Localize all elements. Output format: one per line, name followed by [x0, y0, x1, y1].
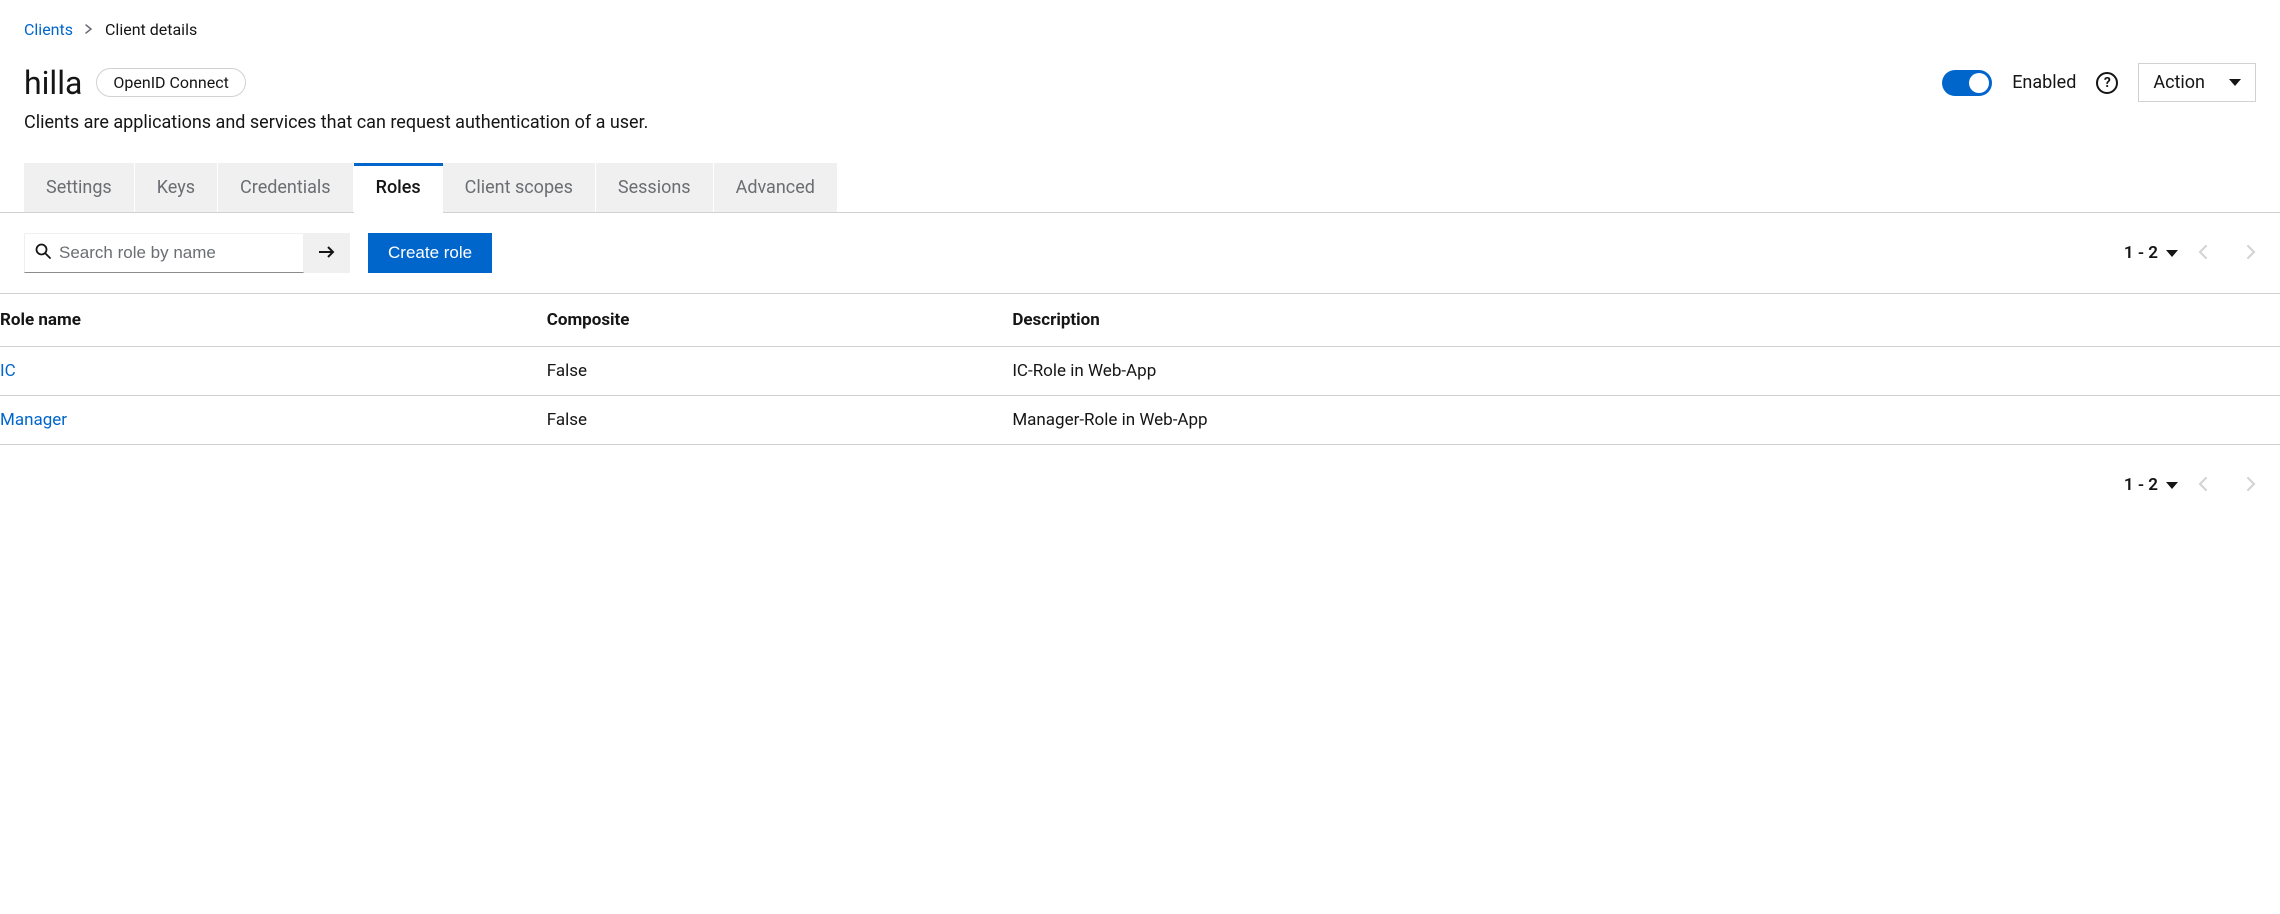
page-range-dropdown[interactable]: 1 - 2	[2124, 243, 2178, 263]
page-description: Clients are applications and services th…	[24, 112, 2256, 133]
tabs: Settings Keys Credentials Roles Client s…	[0, 163, 2280, 213]
roles-toolbar: Create role 1 - 2	[24, 213, 2256, 293]
client-name: hilla	[24, 64, 82, 102]
help-icon[interactable]: ?	[2096, 72, 2118, 94]
search-input[interactable]	[59, 243, 293, 263]
roles-table: Role name Composite Description IC False…	[0, 293, 2280, 445]
role-description: IC-Role in Web-App	[1000, 347, 2244, 396]
tab-roles[interactable]: Roles	[354, 163, 443, 213]
tab-keys[interactable]: Keys	[135, 163, 218, 212]
protocol-badge: OpenID Connect	[96, 68, 245, 97]
page-prev-button[interactable]	[2198, 244, 2207, 263]
role-name-link[interactable]: IC	[0, 361, 16, 381]
tab-advanced[interactable]: Advanced	[714, 163, 838, 212]
row-actions-button[interactable]	[2244, 396, 2280, 445]
page-prev-button[interactable]	[2198, 476, 2207, 495]
role-composite: False	[535, 396, 1001, 445]
table-row: IC False IC-Role in Web-App	[0, 347, 2280, 396]
breadcrumb-current: Client details	[105, 20, 197, 39]
column-header-description: Description	[1000, 294, 2244, 347]
search-icon	[35, 243, 51, 263]
page-range-dropdown[interactable]: 1 - 2	[2124, 475, 2178, 495]
column-header-name: Role name	[0, 294, 535, 347]
tab-client-scopes[interactable]: Client scopes	[443, 163, 596, 212]
search-box	[24, 233, 304, 273]
row-actions-button[interactable]	[2244, 347, 2280, 396]
role-composite: False	[535, 347, 1001, 396]
caret-down-icon	[2166, 250, 2178, 257]
enabled-label: Enabled	[2012, 72, 2076, 93]
page-header: hilla OpenID Connect Enabled ? Action	[24, 63, 2256, 102]
role-description: Manager-Role in Web-App	[1000, 396, 2244, 445]
role-name-link[interactable]: Manager	[0, 410, 67, 430]
breadcrumb-clients-link[interactable]: Clients	[24, 20, 73, 39]
top-pagination: 1 - 2	[2124, 243, 2256, 263]
tab-sessions[interactable]: Sessions	[596, 163, 714, 212]
create-role-button[interactable]: Create role	[368, 233, 492, 273]
tab-credentials[interactable]: Credentials	[218, 163, 354, 212]
search-submit-button[interactable]	[304, 233, 350, 273]
action-dropdown[interactable]: Action	[2138, 63, 2256, 102]
page-next-button[interactable]	[2247, 244, 2256, 263]
caret-down-icon	[2229, 79, 2241, 86]
enabled-toggle[interactable]	[1942, 70, 1992, 96]
chevron-right-icon	[85, 23, 93, 37]
column-header-composite: Composite	[535, 294, 1001, 347]
arrow-right-icon	[318, 244, 336, 263]
action-dropdown-label: Action	[2153, 72, 2205, 93]
caret-down-icon	[2166, 482, 2178, 489]
page-next-button[interactable]	[2247, 476, 2256, 495]
table-row: Manager False Manager-Role in Web-App	[0, 396, 2280, 445]
page-range-label: 1 - 2	[2124, 243, 2158, 263]
breadcrumb: Clients Client details	[24, 20, 2256, 39]
tab-settings[interactable]: Settings	[24, 163, 135, 212]
bottom-pagination: 1 - 2	[0, 445, 2280, 525]
page-range-label: 1 - 2	[2124, 475, 2158, 495]
